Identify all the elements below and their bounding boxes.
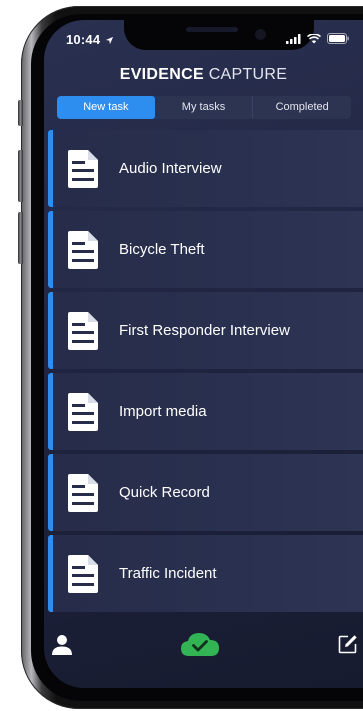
- camera: [255, 29, 266, 40]
- app-title-bold: EVIDENCE: [119, 66, 204, 83]
- task-tabs: New task My tasks Completed: [57, 96, 351, 119]
- task-label: Audio Interview: [119, 160, 222, 177]
- task-label: Bicycle Theft: [119, 241, 205, 258]
- wifi-icon: [307, 33, 321, 43]
- document-icon: [68, 554, 98, 593]
- document-icon: [68, 311, 98, 350]
- task-item-traffic-incident[interactable]: Traffic Incident: [48, 535, 363, 612]
- status-time: 10:44: [66, 32, 114, 47]
- document-icon: [68, 392, 98, 431]
- app-title-light: CAPTURE: [208, 66, 288, 83]
- document-icon: [68, 230, 98, 269]
- status-icons: [286, 33, 349, 44]
- task-label: First Responder Interview: [119, 322, 290, 339]
- task-label: Traffic Incident: [119, 565, 217, 582]
- task-list: Audio Interview Bicycle Theft First Resp…: [48, 130, 363, 616]
- task-label: Import media: [119, 403, 207, 420]
- edit-icon[interactable]: [338, 634, 358, 654]
- status-time-text: 10:44: [66, 32, 101, 47]
- location-arrow-icon: [105, 36, 114, 45]
- app-title: EVIDENCE CAPTURE: [44, 66, 363, 84]
- signal-icon: [286, 33, 301, 44]
- tab-completed[interactable]: Completed: [252, 96, 351, 119]
- document-icon: [68, 473, 98, 512]
- speaker: [186, 27, 238, 32]
- task-item-import-media[interactable]: Import media: [48, 373, 363, 450]
- task-item-first-responder-interview[interactable]: First Responder Interview: [48, 292, 363, 369]
- task-item-audio-interview[interactable]: Audio Interview: [48, 130, 363, 207]
- app-screen: 10:44 EVIDENCE CAPTURE New task My tasks…: [44, 20, 363, 688]
- side-button-mute: [18, 100, 23, 126]
- battery-icon: [327, 33, 349, 44]
- task-label: Quick Record: [119, 484, 210, 501]
- cloud-check-icon[interactable]: [180, 630, 220, 660]
- bottom-nav: [44, 613, 363, 688]
- user-icon[interactable]: [51, 634, 73, 656]
- task-item-bicycle-theft[interactable]: Bicycle Theft: [48, 211, 363, 288]
- task-item-quick-record[interactable]: Quick Record: [48, 454, 363, 531]
- tab-new-task[interactable]: New task: [57, 96, 155, 119]
- side-button-volume-up: [18, 150, 23, 202]
- tab-my-tasks[interactable]: My tasks: [155, 96, 253, 119]
- side-button-volume-down: [18, 212, 23, 264]
- document-icon: [68, 149, 98, 188]
